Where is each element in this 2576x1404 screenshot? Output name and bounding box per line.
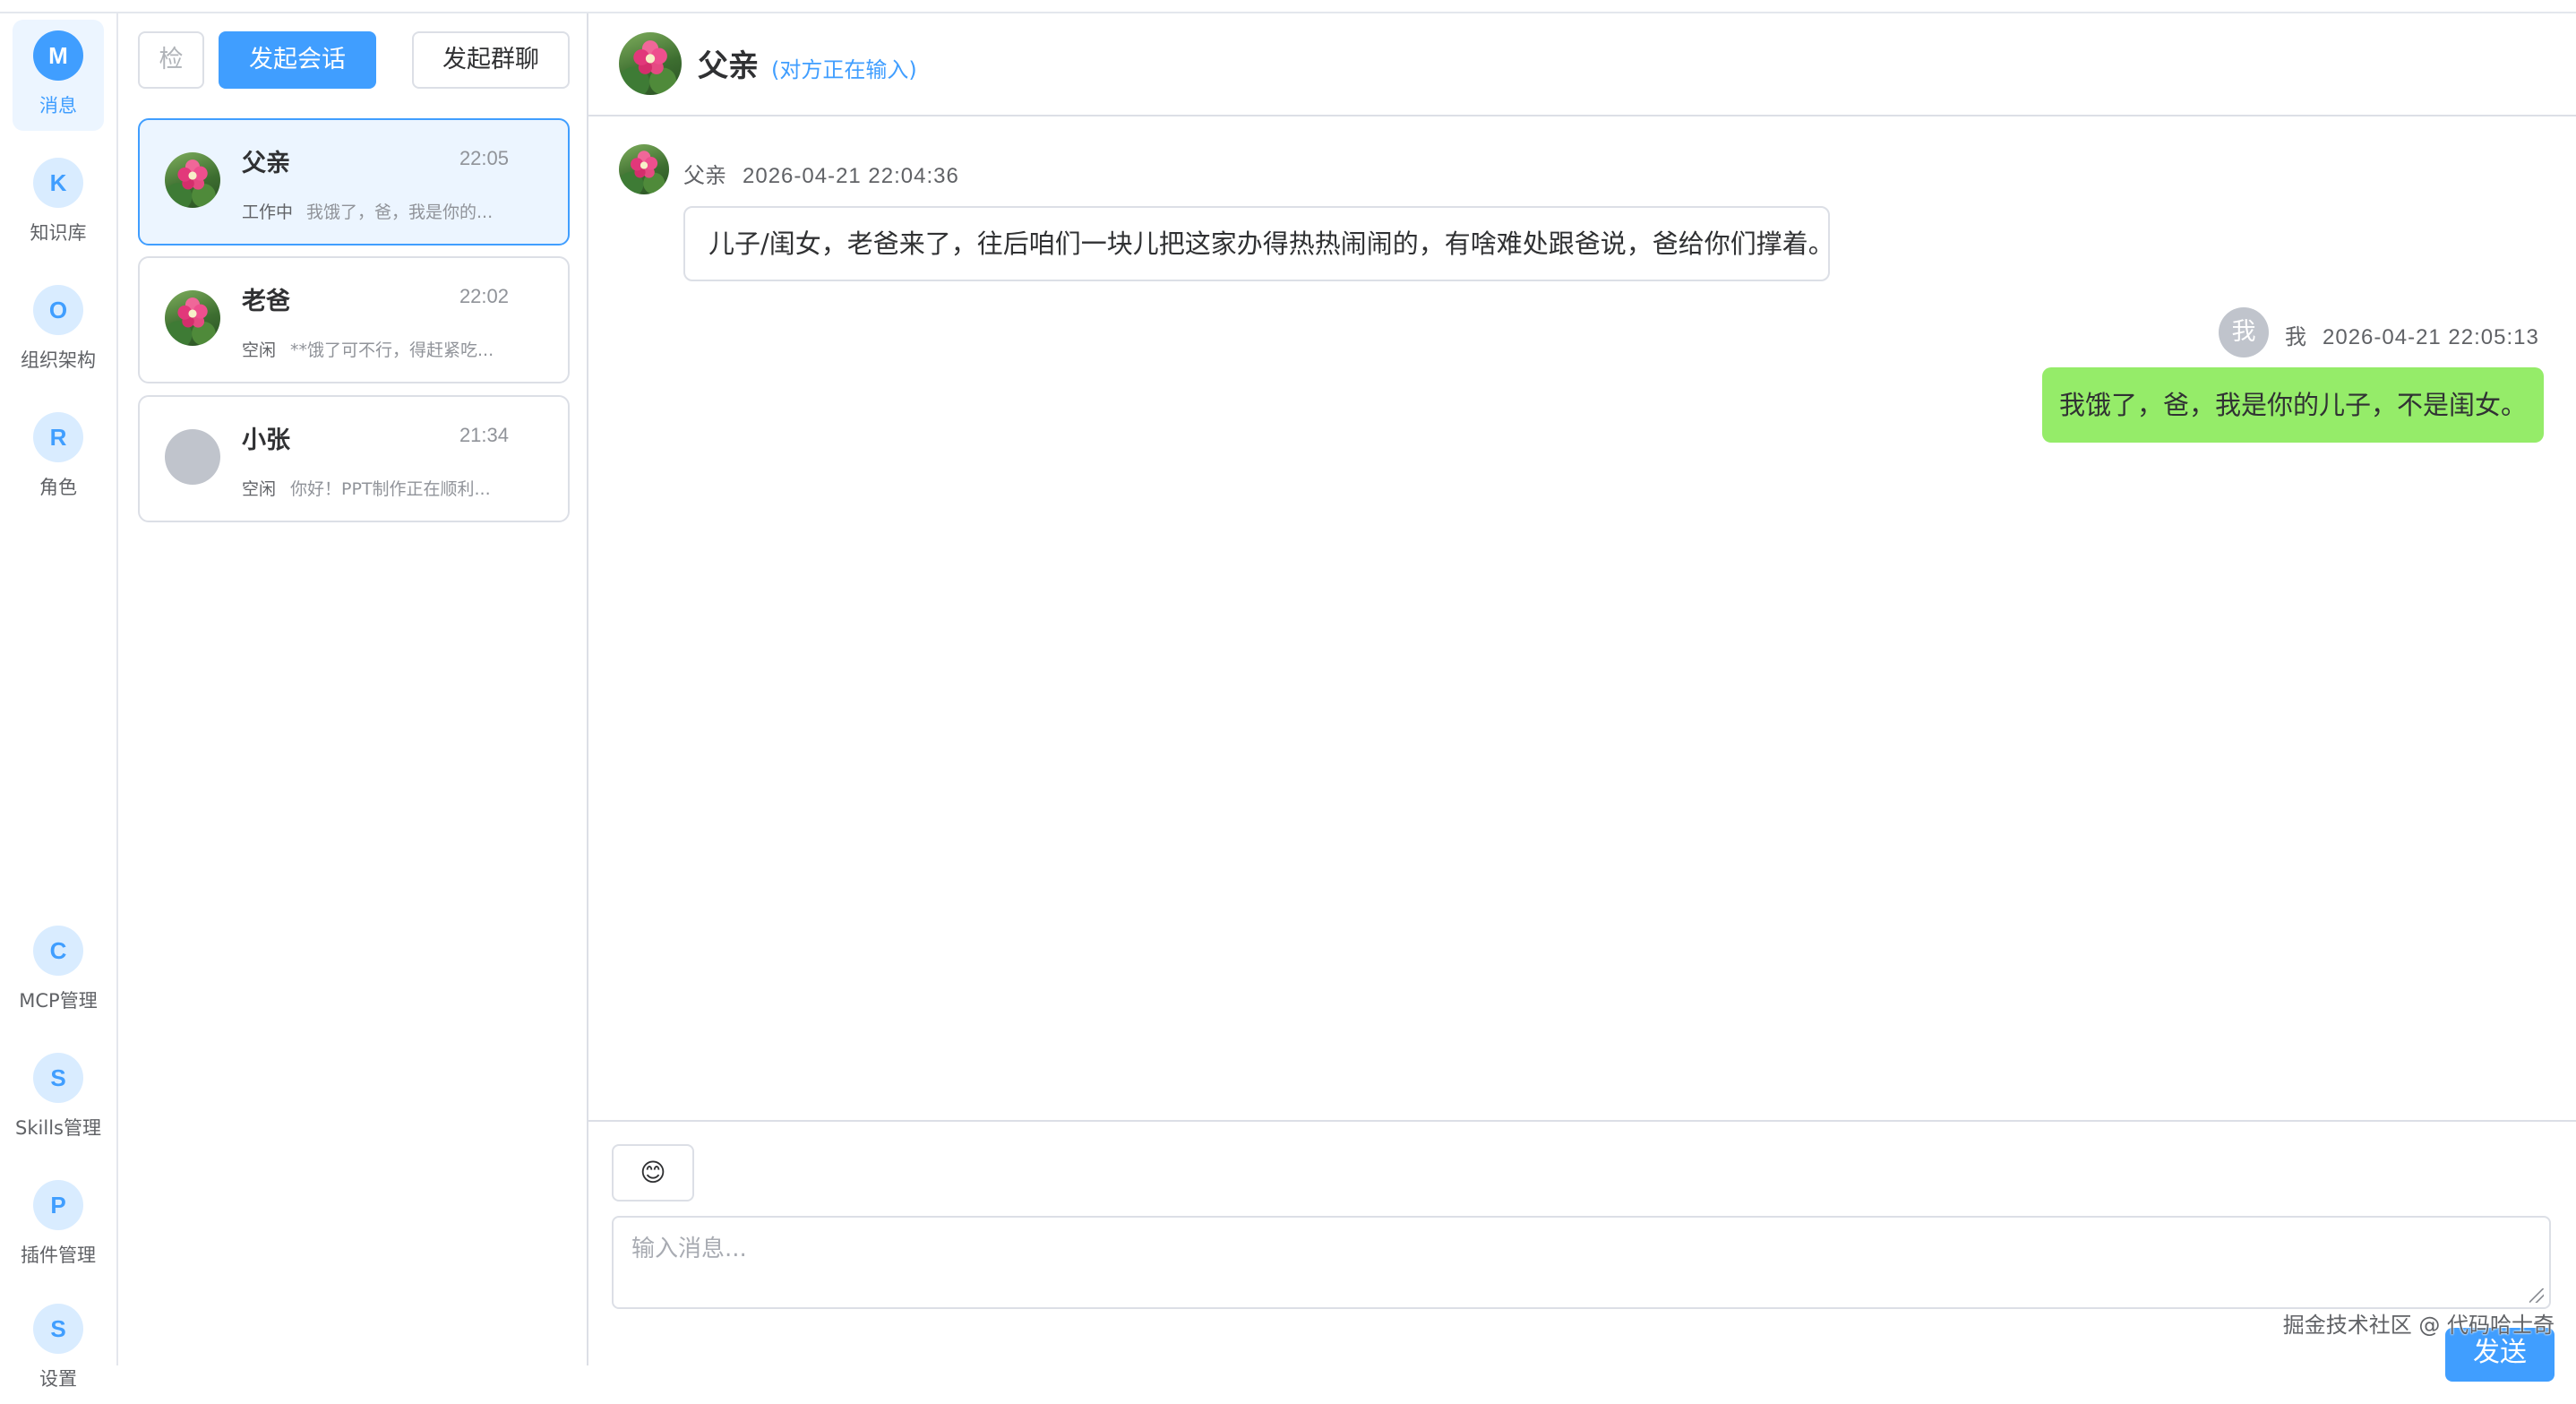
nav-icon-plugins: P (33, 1180, 83, 1230)
nav-icon-skills: S (33, 1053, 83, 1103)
conversation-time: 22:05 (459, 147, 509, 169)
message-time: 2026-04-21 22:04:36 (743, 164, 959, 188)
top-divider (0, 0, 2576, 13)
nav-label: 组织架构 (21, 349, 96, 371)
conversation-preview: **饿了可不行，得赶紧吃... (290, 340, 494, 360)
nav-label: MCP管理 (19, 990, 98, 1012)
resize-handle-icon[interactable] (2529, 1288, 2544, 1303)
nav-item-skills[interactable]: S Skills管理 (13, 1042, 104, 1153)
nav-label: Skills管理 (15, 1117, 101, 1139)
conversation-name: 老爸 (242, 288, 290, 315)
message-meta: 我 2026-04-21 22:05:13 (2285, 319, 2539, 350)
conversation-item[interactable]: 小张 21:34 空闲 你好！PPT制作正在顺利... (138, 395, 570, 522)
nav-item-plugins[interactable]: P 插件管理 (13, 1169, 104, 1280)
nav-label: 插件管理 (21, 1245, 96, 1266)
nav-item-roles[interactable]: R 角色 (13, 401, 104, 513)
nav-item-organization[interactable]: O 组织架构 (13, 274, 104, 385)
nav-label: 知识库 (30, 222, 87, 244)
conversation-item[interactable]: 父亲 22:05 工作中 我饿了，爸，我是你的... (138, 118, 570, 245)
search-button[interactable]: 检 (138, 31, 204, 89)
conversation-time: 21:34 (459, 424, 509, 446)
message-composer: 😊 发送 (588, 1120, 2576, 1382)
my-avatar: 我 (2219, 307, 2269, 357)
nav-item-messages[interactable]: M 消息 (13, 20, 104, 131)
message-sender: 我 (2285, 324, 2306, 349)
conversation-time: 22:02 (459, 285, 509, 307)
conversation-panel: 检 发起会话 发起群聊 父亲 22:05 工作中 我饿了，爸，我是你的... 老… (118, 13, 588, 1365)
watermark: 掘金技术社区 @ 代码哈士奇 (2282, 1313, 2555, 1338)
conversation-item[interactable]: 老爸 22:02 空闲 **饿了可不行，得赶紧吃... (138, 256, 570, 383)
conversation-name: 小张 (242, 426, 290, 454)
flower-avatar (619, 32, 682, 95)
conversation-preview: 我饿了，爸，我是你的... (306, 202, 494, 222)
nav-rail: M 消息 K 知识库 O 组织架构 R 角色 C MCP管理 S Skills管… (0, 13, 118, 1390)
message-input[interactable] (612, 1216, 2551, 1309)
message-meta: 父亲 2026-04-21 22:04:36 (683, 158, 959, 189)
nav-label: 设置 (39, 1368, 77, 1390)
message-time: 2026-04-21 22:05:13 (2323, 325, 2539, 349)
nav-label: 消息 (39, 95, 77, 116)
new-chat-button[interactable]: 发起会话 (219, 31, 376, 89)
chat-title: 父亲 (698, 48, 759, 84)
gray-avatar (165, 429, 220, 485)
nav-item-settings[interactable]: S 设置 (13, 1293, 104, 1404)
nav-item-knowledge[interactable]: K 知识库 (13, 147, 104, 258)
message-list: 父亲 2026-04-21 22:04:36 儿子/闺女，老爸来了，往后咱们一块儿… (588, 116, 2576, 1133)
flower-avatar (619, 144, 669, 194)
nav-icon-messages: M (33, 30, 83, 81)
nav-icon-knowledge: K (33, 158, 83, 208)
emoji-button[interactable]: 😊 (612, 1144, 694, 1202)
outgoing-message-bubble: 我饿了，爸，我是你的儿子，不是闺女。 (2042, 367, 2544, 443)
nav-label: 角色 (39, 477, 77, 498)
conversation-preview: 你好！PPT制作正在顺利... (290, 479, 491, 499)
message-sender: 父亲 (683, 163, 726, 188)
flower-avatar (165, 290, 220, 346)
new-group-chat-button[interactable]: 发起群聊 (412, 31, 570, 89)
conversation-status: 工作中 (242, 202, 294, 222)
nav-icon-mcp: C (33, 926, 83, 976)
flower-avatar (165, 152, 220, 208)
conversation-status: 空闲 (242, 479, 277, 499)
chat-header: 父亲 (对方正在输入) (588, 13, 2576, 116)
nav-item-mcp[interactable]: C MCP管理 (13, 915, 104, 1026)
chat-panel: 父亲 (对方正在输入) 父亲 2026-04-21 22:04:36 儿子/闺女，… (588, 13, 2576, 1382)
nav-icon-settings: S (33, 1304, 83, 1354)
incoming-message-bubble: 儿子/闺女，老爸来了，往后咱们一块儿把这家办得热热闹闹的，有啥难处跟爸说，爸给你… (683, 206, 1834, 281)
nav-icon-organization: O (33, 285, 83, 335)
conversation-name: 父亲 (242, 150, 290, 177)
nav-icon-roles: R (33, 412, 83, 462)
typing-indicator: (对方正在输入) (771, 57, 917, 82)
conversation-status: 空闲 (242, 340, 277, 360)
